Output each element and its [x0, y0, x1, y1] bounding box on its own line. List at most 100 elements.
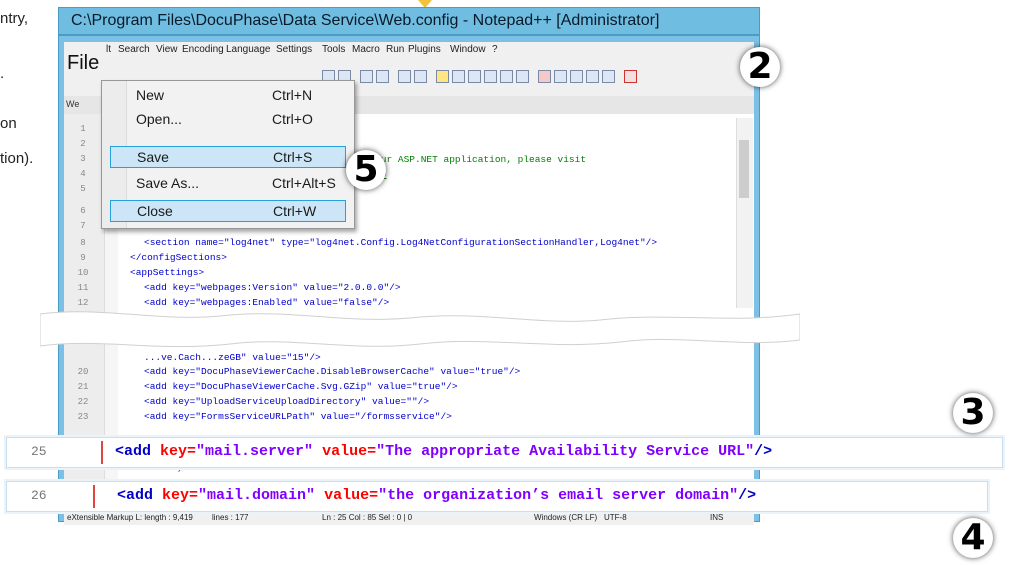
status-position: Ln : 25 Col : 85 Sel : 0 | 0	[322, 513, 413, 522]
toolbar-play-macro-icon[interactable]	[570, 70, 583, 83]
toolbar-indent-guide-icon[interactable]	[436, 70, 449, 83]
xml-attr-key: key=	[160, 443, 197, 460]
menu-item-shortcut: Ctrl+S	[273, 149, 313, 165]
menu-item-edit[interactable]: lt	[106, 44, 111, 55]
toolbar-save-macro-icon[interactable]	[602, 70, 615, 83]
code-line-23: <add key="FormsServiceURLPath" value="/f…	[144, 411, 452, 422]
code-line-20: <add key="DocuPhaseViewerCache.DisableBr…	[144, 366, 521, 377]
menu-item-save[interactable]: Save Ctrl+S	[110, 146, 346, 168]
side-note-line-2: .	[0, 65, 5, 82]
line-number: 2	[80, 139, 86, 149]
menu-item-macro[interactable]: Macro	[352, 44, 380, 55]
line-number: 6	[80, 206, 86, 216]
menu-item-search[interactable]: Search	[118, 44, 150, 55]
zoomed-line-26: 26 <add key="mail.domain" value="the org…	[6, 481, 988, 512]
menu-item-label: New	[136, 87, 165, 103]
toolbar-record-macro-icon[interactable]	[538, 70, 551, 83]
line-number: 9	[80, 253, 86, 263]
xml-tag-close: />	[738, 487, 757, 504]
toolbar-doc-map-icon[interactable]	[468, 70, 481, 83]
menu-item-close[interactable]: Close Ctrl+W	[110, 200, 346, 222]
xml-tag-open: <add	[115, 443, 161, 460]
menu-item-label: Save	[137, 149, 169, 165]
code-line-21: <add key="DocuPhaseViewerCache.Svg.GZip"…	[144, 381, 458, 392]
toolbar-monitor-icon[interactable]	[516, 70, 529, 83]
side-note-line-1: ntry,	[0, 10, 29, 27]
torn-edge-break	[40, 311, 800, 348]
xml-attr-key: key=	[162, 487, 199, 504]
menu-item-language[interactable]: Language	[226, 44, 271, 55]
line-number: 4	[80, 169, 86, 179]
toolbar-spell-check-icon[interactable]	[624, 70, 637, 83]
code-line-8: <section name="log4net" type="log4net.Co…	[144, 237, 658, 248]
menu-bar: lt Search View Encoding Language Setting…	[64, 42, 754, 58]
zoomed-line-number: 26	[31, 488, 47, 503]
status-eol: Windows (CR LF)	[534, 513, 598, 522]
menu-item-window[interactable]: Window	[450, 44, 486, 55]
menu-item-settings[interactable]: Settings	[276, 44, 312, 55]
toolbar-folder-icon[interactable]	[500, 70, 513, 83]
toolbar-wrap-icon[interactable]	[398, 70, 411, 83]
file-dropdown-menu: New Ctrl+N Open... Ctrl+O Save Ctrl+S Sa…	[101, 80, 355, 229]
callout-badge-4: 4	[953, 518, 993, 558]
code-line-22: <add key="UploadServiceUploadDirectory" …	[144, 396, 430, 407]
callout-badge-2: 2	[740, 47, 780, 87]
code-line-10: <appSettings>	[130, 267, 205, 278]
xml-key-value: "mail.domain"	[198, 487, 316, 504]
line-number: 5	[80, 184, 86, 194]
xml-attr-value: value=	[315, 487, 379, 504]
menu-item-shortcut: Ctrl+O	[272, 111, 313, 127]
window-title: C:\Program Files\DocuPhase\Data Service\…	[71, 12, 660, 29]
menu-item-run[interactable]: Run	[386, 44, 404, 55]
zoomed-line-number: 25	[31, 444, 47, 459]
toolbar-stop-macro-icon[interactable]	[554, 70, 567, 83]
menu-item-open[interactable]: Open... Ctrl+O	[110, 109, 346, 131]
toolbar-sync-v-icon[interactable]	[360, 70, 373, 83]
status-insert-mode: INS	[710, 513, 724, 522]
xml-tag-close: />	[754, 443, 773, 460]
xml-key-value: "mail.server"	[196, 443, 314, 460]
toolbar-sync-h-icon[interactable]	[376, 70, 389, 83]
toolbar-run-macro-icon[interactable]	[586, 70, 599, 83]
code-line-11: <add key="webpages:Version" value="2.0.0…	[144, 282, 401, 293]
menu-item-help[interactable]: ?	[492, 44, 498, 55]
change-marker	[101, 441, 103, 464]
menu-item-plugins[interactable]: Plugins	[408, 44, 441, 55]
menu-item-label: Save As...	[136, 175, 200, 191]
menu-item-encoding[interactable]: Encoding	[182, 44, 224, 55]
line-number: 21	[77, 382, 89, 392]
toolbar-lang-icon[interactable]	[452, 70, 465, 83]
file-menu-button[interactable]: File	[67, 52, 99, 75]
callout-badge-5: 5	[346, 150, 386, 190]
xml-value-value: "the organization’s email server domain"	[378, 487, 739, 504]
menu-item-new[interactable]: New Ctrl+N	[110, 85, 346, 107]
scrollbar-thumb[interactable]	[739, 140, 749, 198]
xml-tag-open: <add	[117, 487, 163, 504]
menu-item-label: Close	[137, 203, 173, 219]
status-file-type: eXtensible Markup L: length : 9,419	[67, 513, 193, 522]
status-encoding: UTF-8	[604, 513, 627, 522]
line-number: 11	[77, 283, 89, 293]
toolbar-function-list-icon[interactable]	[484, 70, 497, 83]
menu-item-view[interactable]: View	[156, 44, 178, 55]
menu-item-save-as[interactable]: Save As... Ctrl+Alt+S	[110, 173, 346, 195]
line-number: 3	[80, 154, 86, 164]
line-number: 8	[80, 238, 86, 248]
zoomed-code-line-25: <add key="mail.server" value="The approp…	[115, 443, 772, 460]
xml-attr-value: value=	[313, 443, 377, 460]
side-note-line-4: tion).	[0, 150, 34, 167]
line-number: 1	[80, 124, 86, 134]
menu-item-shortcut: Ctrl+N	[272, 87, 313, 103]
toolbar-all-chars-icon[interactable]	[414, 70, 427, 83]
line-number: 20	[77, 367, 89, 377]
tab-web-config[interactable]: We	[66, 99, 79, 109]
menu-item-tools[interactable]: Tools	[322, 44, 345, 55]
menu-item-shortcut: Ctrl+Alt+S	[272, 175, 336, 191]
line-number: 22	[77, 397, 89, 407]
callout-badge-3: 3	[953, 393, 993, 433]
window-titlebar[interactable]: C:\Program Files\DocuPhase\Data Service\…	[58, 7, 760, 35]
zoomed-code-line-26: <add key="mail.domain" value="the organi…	[117, 487, 756, 504]
line-number: 23	[77, 412, 89, 422]
status-lines: lines : 177	[212, 513, 249, 522]
line-number: 10	[77, 268, 89, 278]
